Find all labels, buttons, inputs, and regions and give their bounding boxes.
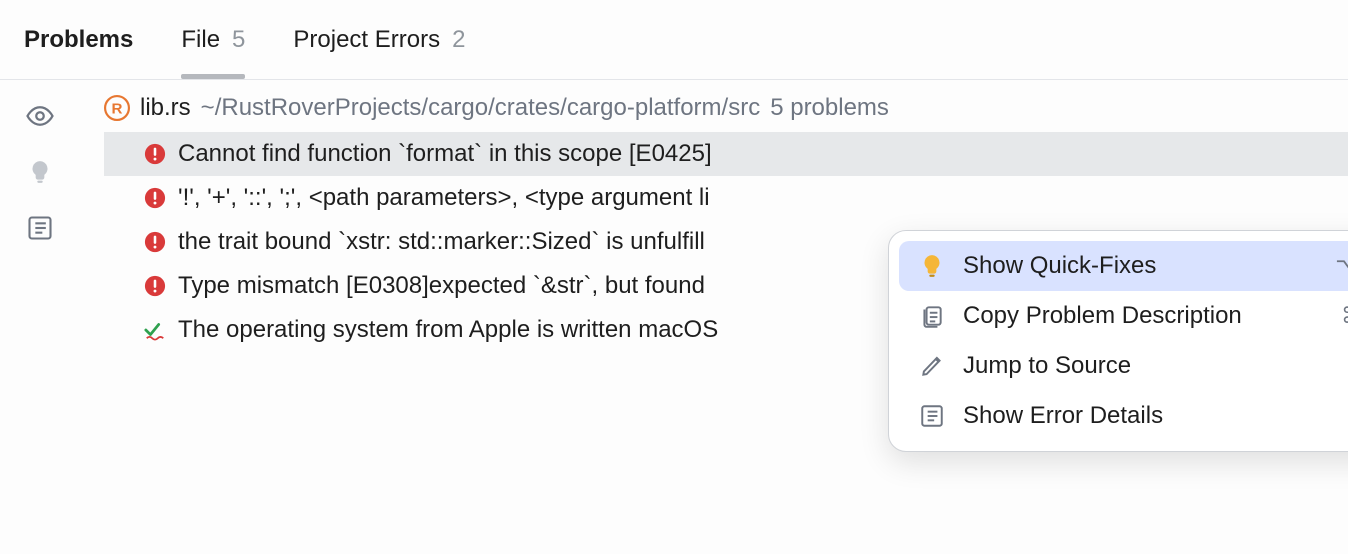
context-show-quick-fixes[interactable]: Show Quick-Fixes ⌥↩ [899,241,1348,291]
rust-file-icon: R [104,95,130,121]
left-icon-bar [0,80,80,554]
context-label: Show Error Details [963,402,1348,430]
bulb-icon [917,251,947,281]
svg-text:R: R [112,100,123,117]
error-icon [144,275,166,297]
context-menu: Show Quick-Fixes ⌥↩ Copy Problem Descrip… [888,230,1348,452]
details-icon[interactable] [24,212,56,244]
typo-icon [144,319,166,341]
context-jump-to-source[interactable]: Jump to Source ⌘↓ [899,341,1348,391]
problem-text: Cannot find function `format` in this sc… [178,140,712,168]
context-shortcut: ⌘C [1341,303,1348,329]
content-area: R lib.rs ~/RustRoverProjects/cargo/crate… [80,80,1348,554]
error-icon [144,187,166,209]
panel-body: R lib.rs ~/RustRoverProjects/cargo/crate… [0,80,1348,554]
tab-label: File [181,26,220,54]
file-header[interactable]: R lib.rs ~/RustRoverProjects/cargo/crate… [104,94,1348,122]
tab-count: 2 [452,26,465,54]
details-icon [917,401,947,431]
context-label: Show Quick-Fixes [963,252,1319,280]
tabs-bar: Problems File 5 Project Errors 2 [0,0,1348,80]
error-icon [144,143,166,165]
problem-row[interactable]: '!', '+', '::', ';', <path parameters>, … [104,176,1348,220]
tab-count: 5 [232,26,245,54]
copy-icon [917,301,947,331]
problem-text: The operating system from Apple is writt… [178,316,718,344]
tab-problems[interactable]: Problems [24,0,133,79]
eye-icon[interactable] [24,100,56,132]
pencil-icon [917,351,947,381]
file-name: lib.rs [140,94,191,122]
context-shortcut: ⌥↩ [1335,253,1348,279]
error-icon [144,231,166,253]
tab-project-errors[interactable]: Project Errors 2 [293,0,465,79]
problem-text: the trait bound `xstr: std::marker::Size… [178,228,705,256]
file-problem-count: 5 problems [770,94,889,122]
context-label: Copy Problem Description [963,302,1325,330]
context-show-error-details[interactable]: Show Error Details [899,391,1348,441]
file-path: ~/RustRoverProjects/cargo/crates/cargo-p… [201,94,761,122]
context-label: Jump to Source [963,352,1330,380]
bulb-icon[interactable] [24,156,56,188]
context-copy-description[interactable]: Copy Problem Description ⌘C [899,291,1348,341]
tab-file[interactable]: File 5 [181,0,245,79]
tab-label: Project Errors [293,26,440,54]
problem-text: Type mismatch [E0308]expected `&str`, bu… [178,272,705,300]
problem-text: '!', '+', '::', ';', <path parameters>, … [178,184,710,212]
tab-label: Problems [24,26,133,54]
problem-row[interactable]: Cannot find function `format` in this sc… [104,132,1348,176]
